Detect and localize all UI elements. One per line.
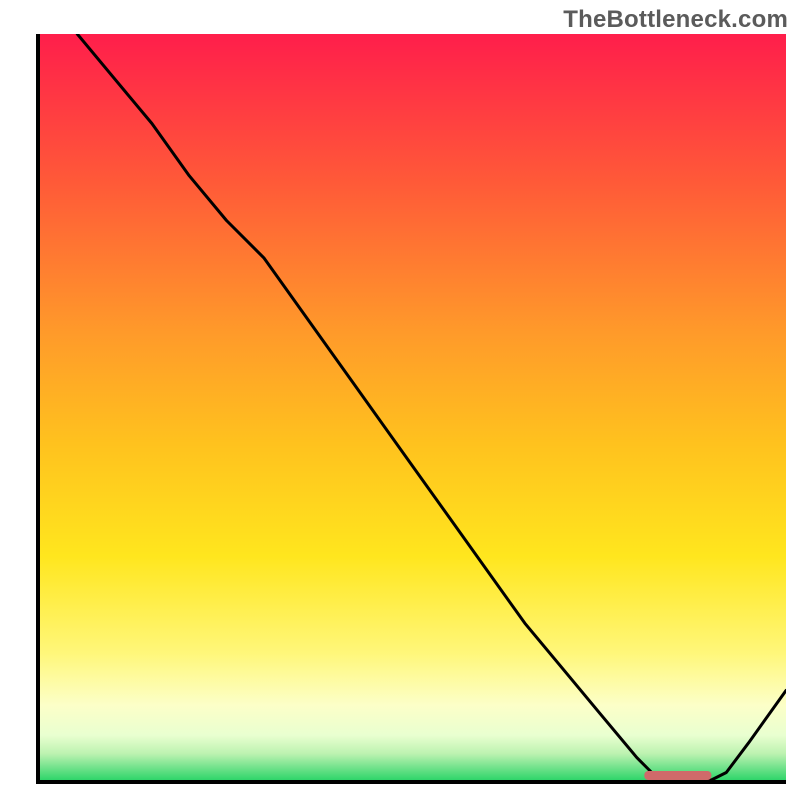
watermark-text: TheBottleneck.com	[563, 6, 788, 34]
optimal-marker	[644, 771, 711, 780]
chart-frame: TheBottleneck.com	[0, 0, 800, 800]
plot-area	[36, 34, 786, 784]
gradient-background	[40, 34, 786, 780]
chart-svg	[40, 34, 786, 780]
